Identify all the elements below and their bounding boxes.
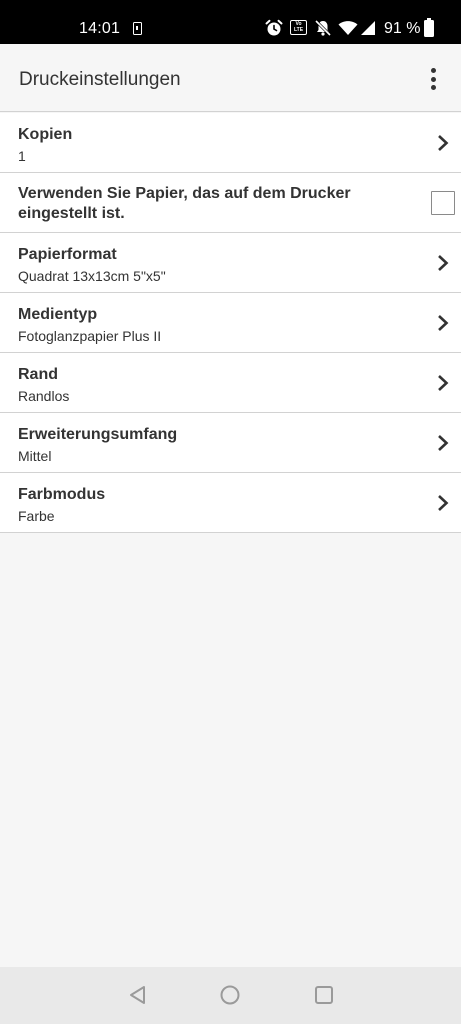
menu-dot [431, 85, 436, 90]
recents-icon[interactable] [313, 984, 335, 1006]
status-time: 14:01 [79, 20, 121, 37]
signal-icon [361, 21, 375, 35]
setting-border[interactable]: Rand Randlos [0, 353, 461, 413]
chevron-right-icon [438, 435, 449, 451]
setting-label: Verwenden Sie Papier, das auf dem Drucke… [18, 185, 351, 222]
volte-label-bottom: LTE [293, 26, 304, 33]
setting-media-type[interactable]: Medientyp Fotoglanzpapier Plus II [0, 293, 461, 353]
chevron-right-icon [438, 255, 449, 271]
settings-list: Kopien 1 Verwenden Sie Papier, das auf d… [0, 113, 461, 533]
setting-value: Fotoglanzpapier Plus II [18, 328, 162, 344]
system-nav-bar [0, 967, 461, 1024]
app-bar: Druckeinstellungen [0, 44, 461, 112]
setting-label: Erweiterungsumfang [18, 426, 178, 443]
setting-color-mode[interactable]: Farbmodus Farbe [0, 473, 461, 533]
notifications-off-icon [314, 19, 332, 37]
more-vert-icon[interactable] [420, 64, 448, 94]
chevron-right-icon [438, 495, 449, 511]
setting-label: Farbmodus [18, 486, 106, 503]
use-printer-paper-checkbox[interactable] [431, 191, 455, 215]
setting-paper-size[interactable]: Papierformat Quadrat 13x13cm 5"x5" [0, 233, 461, 293]
page-title: Druckeinstellungen [19, 69, 181, 90]
setting-label: Kopien [18, 126, 73, 143]
battery-percentage: 91 % [384, 20, 421, 37]
setting-value: Mittel [18, 448, 52, 464]
setting-copies[interactable]: Kopien 1 [0, 113, 461, 173]
chevron-right-icon [438, 135, 449, 151]
setting-value: Quadrat 13x13cm 5"x5" [18, 268, 166, 284]
setting-use-printer-paper[interactable]: Verwenden Sie Papier, das auf dem Drucke… [0, 173, 461, 233]
chevron-right-icon [438, 315, 449, 331]
alarm-icon [265, 19, 283, 36]
setting-extension-amount[interactable]: Erweiterungsumfang Mittel [0, 413, 461, 473]
setting-value: 1 [18, 148, 26, 164]
chevron-right-icon [438, 375, 449, 391]
battery-icon [424, 18, 434, 37]
setting-label: Medientyp [18, 306, 98, 323]
home-icon[interactable] [219, 984, 241, 1006]
status-bar: 14:01 Vo LTE 91 % [0, 0, 461, 44]
setting-label: Papierformat [18, 246, 117, 263]
sim-card-icon [133, 22, 142, 35]
setting-label: Rand [18, 366, 58, 383]
setting-value: Randlos [18, 388, 70, 404]
menu-dot [431, 68, 436, 73]
back-icon[interactable] [127, 984, 149, 1006]
wifi-icon [338, 21, 358, 35]
setting-value: Farbe [18, 508, 55, 524]
volte-icon: Vo LTE [290, 20, 307, 35]
menu-dot [431, 76, 436, 82]
